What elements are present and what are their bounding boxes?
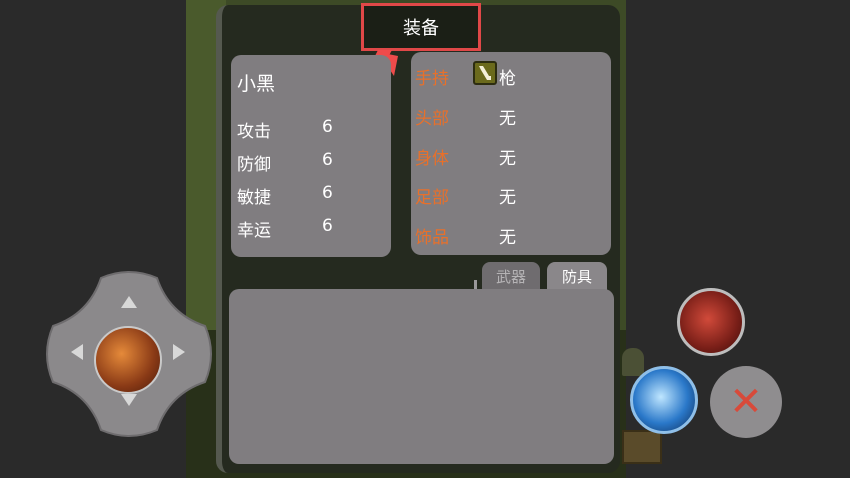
stat-value: 6	[322, 150, 333, 170]
dpad-center-joystick[interactable]	[94, 326, 162, 394]
equip-item-name: 无	[499, 149, 516, 169]
stat-row-luck: 幸运 6	[237, 216, 333, 241]
close-icon: ✕	[729, 379, 763, 425]
equip-item-name: 无	[499, 228, 516, 248]
tab-armor[interactable]: 防具	[547, 262, 607, 290]
stats-card: 小黑 攻击 6 防御 6 敏捷 6 幸运 6	[231, 55, 391, 257]
tab-weapon[interactable]: 武器	[482, 262, 540, 290]
panel-title: 装备	[361, 3, 481, 51]
attack-button[interactable]	[630, 366, 698, 434]
panel-title-text: 装备	[403, 18, 439, 39]
item-list-area[interactable]	[229, 289, 614, 464]
stat-row-agility: 敏捷 6	[237, 183, 333, 208]
stat-label: 敏捷	[237, 188, 271, 208]
stat-label: 防御	[237, 155, 271, 175]
character-name: 小黑	[237, 73, 276, 95]
stat-value: 6	[322, 216, 333, 236]
stat-label: 攻击	[237, 122, 271, 142]
equip-slot-label: 足部	[415, 188, 449, 208]
equip-item-name: 无	[499, 109, 516, 129]
stat-row-attack: 攻击 6	[237, 117, 333, 142]
equip-slot-feet[interactable]: 足部 无	[415, 183, 516, 208]
stat-value: 6	[322, 183, 333, 203]
rage-skill-button[interactable]	[677, 288, 745, 356]
equip-slot-accessory[interactable]: 饰品 无	[415, 223, 516, 248]
npc-sprite	[622, 348, 644, 376]
equip-slot-label: 饰品	[415, 228, 449, 248]
chest-sprite	[622, 430, 662, 464]
equip-slot-hand[interactable]: 手持 枪	[415, 61, 516, 89]
equip-slot-label: 手持	[415, 69, 449, 89]
close-button[interactable]: ✕	[710, 366, 782, 438]
equipment-card: 手持 枪 头部 无 身体 无 足部 无 饰品 无	[411, 52, 611, 255]
equip-item-name: 无	[499, 188, 516, 208]
stat-value: 6	[322, 117, 333, 137]
gun-icon	[473, 61, 497, 85]
equip-item-name: 枪	[499, 69, 516, 89]
stat-row-defense: 防御 6	[237, 150, 333, 175]
equip-slot-label: 头部	[415, 109, 449, 129]
equip-slot-label: 身体	[415, 149, 449, 169]
equip-slot-head[interactable]: 头部 无	[415, 104, 516, 129]
stat-label: 幸运	[237, 221, 271, 241]
equip-slot-body[interactable]: 身体 无	[415, 144, 516, 169]
